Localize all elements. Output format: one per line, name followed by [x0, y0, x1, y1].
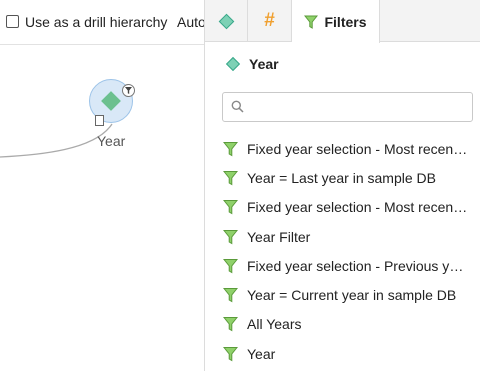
filter-icon — [223, 229, 238, 244]
tab-measures[interactable]: # — [248, 0, 292, 42]
tab-dimensions[interactable] — [205, 0, 248, 42]
filter-icon — [304, 15, 319, 29]
dimension-header: Year — [225, 56, 279, 72]
filter-icon — [223, 317, 238, 332]
filter-icon — [223, 288, 238, 303]
panel-tabs: # Filters — [205, 0, 480, 43]
node-label: Year — [97, 133, 126, 149]
filter-list-item[interactable]: Year — [223, 339, 479, 368]
filter-label: Fixed year selection - Most recent 5 yea… — [247, 140, 471, 157]
filter-label: Year — [247, 345, 276, 362]
filter-icon — [223, 258, 238, 274]
node-filter-badge-icon[interactable] — [122, 84, 135, 97]
diamond-icon — [225, 56, 241, 72]
filter-list-item[interactable]: Fixed year selection - Most recent 3 yea… — [223, 193, 479, 222]
node-expand-icon[interactable] — [95, 115, 104, 126]
filter-list-item[interactable]: Year = Current year in sample DB — [223, 280, 479, 309]
filter-icon — [223, 346, 238, 362]
filter-label: Fixed year selection - Previous years — [247, 257, 471, 274]
filter-list-item[interactable]: All Years — [223, 310, 479, 339]
filter-panel: # Filters Year Fixed year selection - Mo… — [204, 0, 480, 371]
diamond-icon — [218, 13, 234, 29]
filter-list: Fixed year selection - Most recent 5 yea… — [223, 134, 479, 368]
filter-list-item[interactable]: Year Filter — [223, 222, 479, 251]
filter-list-item[interactable]: Fixed year selection - Previous years — [223, 251, 479, 280]
hash-icon: # — [264, 10, 275, 31]
filter-label: All Years — [247, 316, 302, 333]
filter-list-item[interactable]: Year = Last year in sample DB — [223, 163, 479, 192]
diamond-icon — [101, 91, 121, 111]
filter-search-box[interactable] — [222, 92, 473, 122]
filter-label: Year = Current year in sample DB — [247, 287, 457, 304]
node-link-line — [0, 123, 113, 158]
filter-icon — [223, 200, 238, 215]
filter-search-input[interactable] — [251, 97, 465, 119]
filter-label: Year Filter — [247, 228, 311, 245]
tab-filters-label: Filters — [324, 13, 367, 30]
filter-label: Year = Last year in sample DB — [247, 169, 436, 186]
dimension-title: Year — [249, 56, 279, 72]
search-icon — [231, 100, 244, 113]
tab-filters[interactable]: Filters — [292, 0, 380, 43]
filter-icon — [223, 170, 238, 186]
filter-icon — [223, 141, 238, 157]
hierarchy-canvas[interactable]: Use as a drill hierarchy Auto Year — [0, 0, 204, 371]
filter-list-item[interactable]: Fixed year selection - Most recent 5 yea… — [223, 134, 479, 163]
filter-label: Fixed year selection - Most recent 3 yea… — [247, 199, 471, 216]
